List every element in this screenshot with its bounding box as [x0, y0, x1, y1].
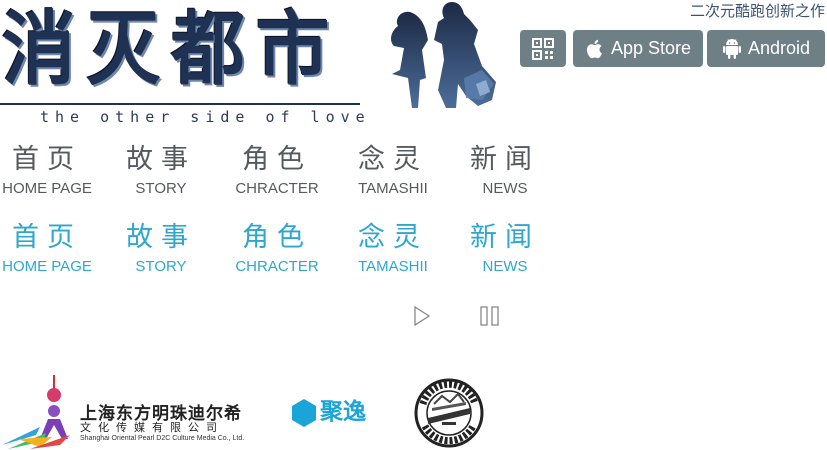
nav-item-character-hover-cn: 角色 [242, 222, 312, 253]
logo-characters-illustration [391, 2, 496, 109]
nav-item-character-hover-en: CHRACTER [235, 258, 319, 275]
logo-subtitle: the other side of love [40, 108, 371, 126]
nav-item-home-hover-cn: 首页 [12, 222, 82, 253]
qr-code-button[interactable] [520, 30, 566, 67]
nav-item-tamashii-en: TAMASHII [358, 180, 428, 197]
partner-opg-name2: 文化传媒有限公司 [80, 421, 224, 434]
qr-code-icon [532, 37, 554, 60]
nav-item-news-en: NEWS [482, 180, 528, 197]
nav-item-story-hover[interactable]: 故事 STORY [106, 218, 216, 276]
nav-item-news-hover[interactable]: 新闻 NEWS [450, 218, 560, 276]
nav-item-story-hover-cn: 故事 [126, 222, 196, 253]
nav-item-story-hover-en: STORY [135, 258, 187, 275]
nav-item-tamashii-cn: 念灵 [358, 144, 428, 175]
partner-juyi-name: 聚逸 [320, 399, 366, 425]
hexagon-icon [292, 399, 316, 427]
logo-title: 消灭都市 [2, 3, 341, 96]
android-label: Android [747, 38, 811, 58]
partner-logo-juyi[interactable]: 聚逸 [290, 395, 390, 431]
nav-item-character-hover[interactable]: 角色 CHRACTER [222, 218, 332, 276]
nav-item-tamashii-hover-cn: 念灵 [358, 222, 428, 253]
play-icon[interactable] [410, 305, 432, 327]
main-nav: 首页 HOME PAGE 故事 STORY 角色 CHRACTER 念灵 TAM… [0, 140, 560, 200]
nav-item-story[interactable]: 故事 STORY [106, 140, 216, 198]
pause-icon[interactable] [478, 305, 502, 327]
nav-item-news-cn: 新闻 [470, 144, 540, 175]
partner-logo-oriental-pearl[interactable]: 上海东方明珠迪尔希 文化传媒有限公司 Shanghai Oriental Pea… [0, 375, 270, 450]
nav-item-home-en: HOME PAGE [2, 180, 92, 197]
partner-opg-en: Shanghai Oriental Pearl D2C Culture Medi… [80, 435, 245, 442]
nav-item-tamashii-hover[interactable]: 念灵 TAMASHII [338, 218, 448, 276]
nav-item-tamashii[interactable]: 念灵 TAMASHII [338, 140, 448, 198]
tagline: 二次元酷跑创新之作 [689, 2, 825, 20]
nav-item-tamashii-hover-en: TAMASHII [358, 258, 428, 275]
app-store-button[interactable]: App Store [573, 30, 703, 67]
nav-item-home-hover[interactable]: 首页 HOME PAGE [0, 218, 102, 276]
nav-item-character[interactable]: 角色 CHRACTER [222, 140, 332, 198]
nav-item-home-hover-en: HOME PAGE [2, 258, 92, 275]
nav-item-story-cn: 故事 [126, 144, 196, 175]
main-nav-hover: 首页 HOME PAGE 故事 STORY 角色 CHRACTER 念灵 TAM… [0, 218, 560, 278]
nav-item-character-en: CHRACTER [235, 180, 319, 197]
oriental-pearl-tower-icon [2, 375, 70, 449]
game-logo[interactable]: 消灭都市 the other side of love [0, 0, 500, 128]
nav-item-story-en: STORY [135, 180, 187, 197]
logo-underline [0, 103, 360, 105]
nav-item-home[interactable]: 首页 HOME PAGE [0, 140, 102, 198]
partner-logo-wright-flyer-studios[interactable] [412, 378, 486, 448]
nav-item-character-cn: 角色 [242, 144, 312, 175]
app-store-label: App Store [610, 38, 692, 58]
nav-item-news-hover-en: NEWS [482, 258, 528, 275]
android-button[interactable]: Android [707, 30, 825, 67]
apple-icon [586, 39, 602, 58]
nav-item-home-cn: 首页 [12, 144, 82, 175]
nav-item-news-hover-cn: 新闻 [470, 222, 540, 253]
android-icon [722, 38, 741, 59]
nav-item-news[interactable]: 新闻 NEWS [450, 140, 560, 198]
